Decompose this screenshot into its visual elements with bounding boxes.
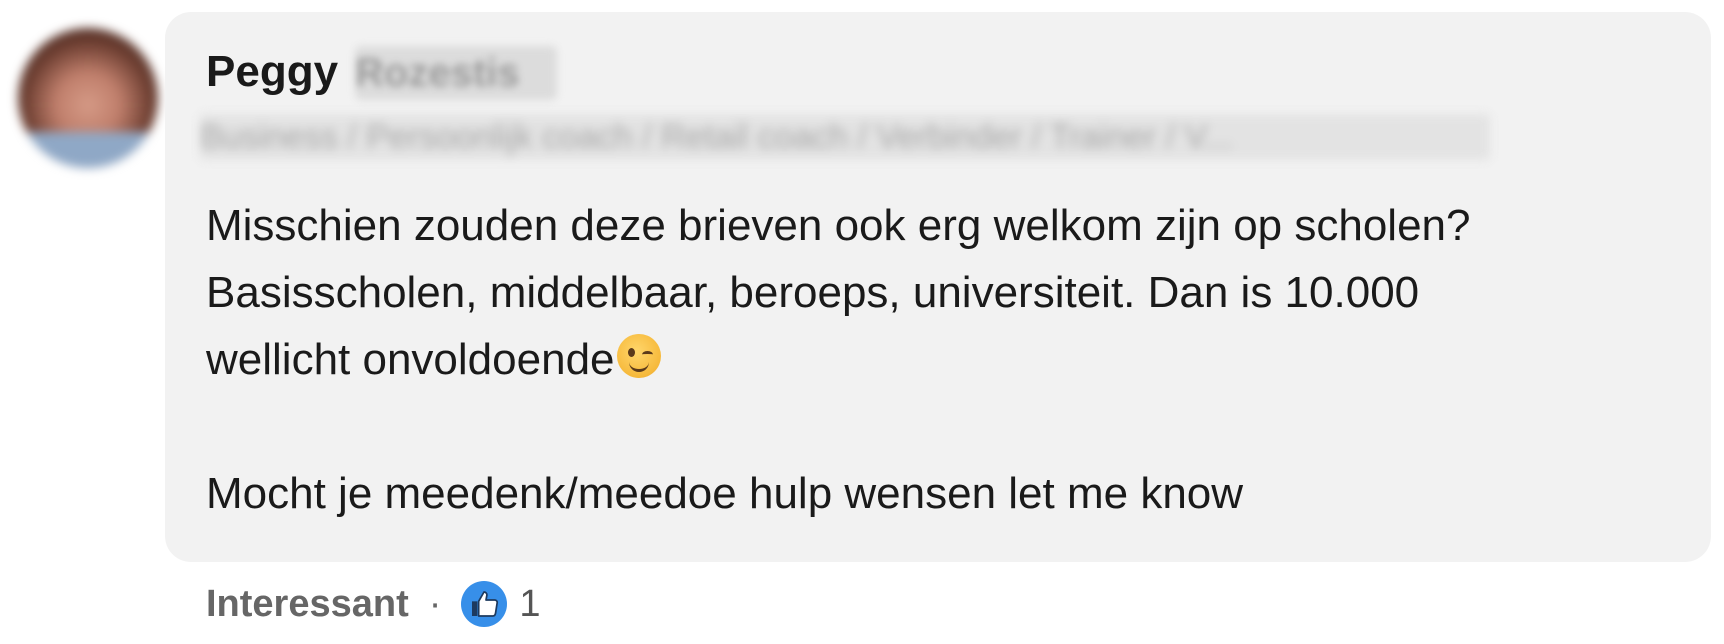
avatar[interactable] [18,28,158,168]
comment-actions: Interessant · 1 [206,578,541,630]
comment-line-3-text: wellicht onvoldoende [206,335,615,384]
comment-text: Misschien zouden deze brieven ook erg we… [206,192,1686,527]
author-name[interactable]: Peggy [206,44,338,100]
reaction-count[interactable]: 1 [519,583,540,626]
winking-face-icon [616,334,661,378]
author-headline-redacted: Business / Persoonlijk coach / Retail co… [200,114,1490,160]
author-surname-redacted[interactable]: Rozestis [355,46,557,100]
comment-line-4: Mocht je meedenk/meedoe hulp wensen let … [206,469,1244,518]
thumbs-up-icon[interactable] [461,581,508,627]
separator-dot: · [428,582,442,625]
comment-line-3: wellicht onvoldoende [206,326,1686,393]
comment-line-1: Misschien zouden deze brieven ook erg we… [206,201,1471,250]
avatar-shirt [18,132,158,168]
react-button[interactable]: Interessant [206,583,409,626]
comment-line-2: Basisscholen, middelbaar, beroeps, unive… [206,268,1420,317]
